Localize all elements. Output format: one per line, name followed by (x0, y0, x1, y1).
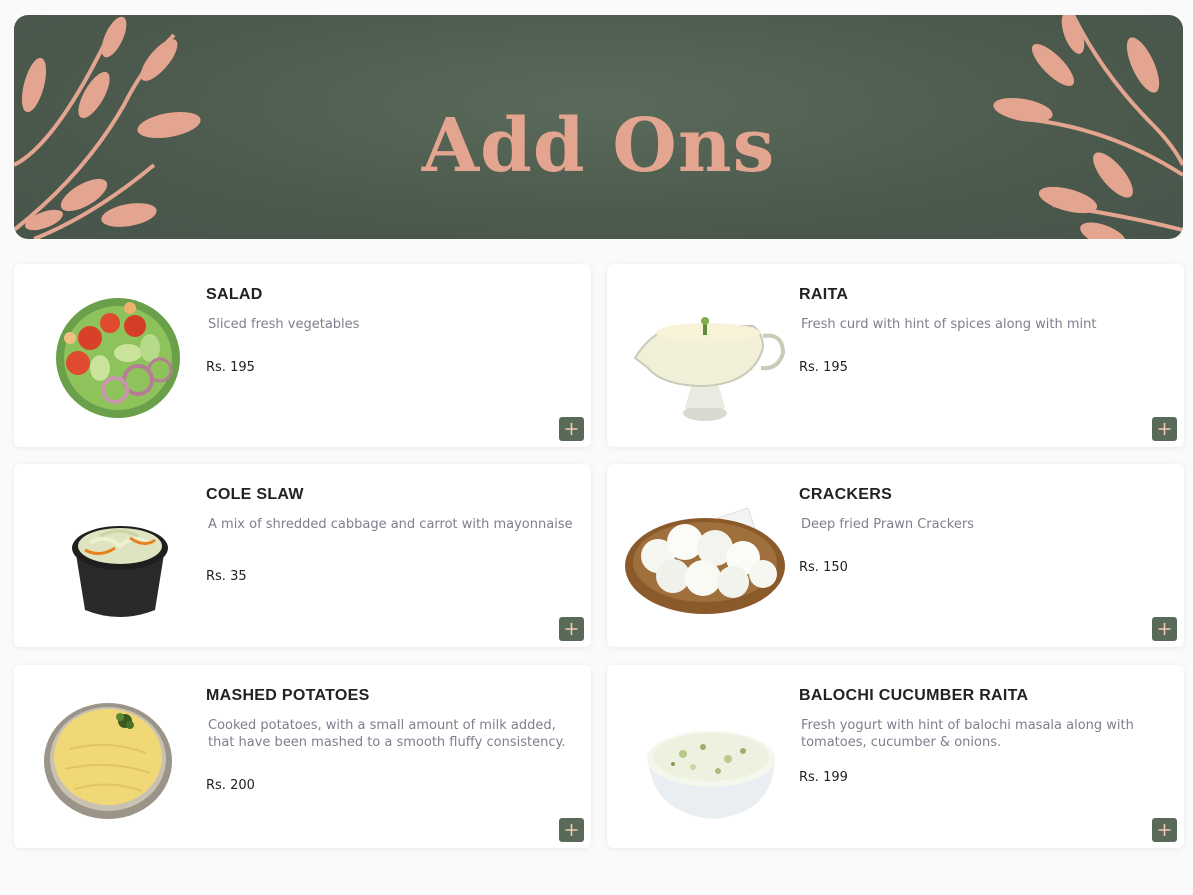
add-to-cart-button[interactable] (1152, 818, 1177, 842)
menu-item-card: CRACKERS Deep fried Prawn Crackers Rs. 1… (607, 464, 1184, 647)
add-to-cart-button[interactable] (1152, 417, 1177, 441)
menu-item-card: RAITA Fresh curd with hint of spices alo… (607, 264, 1184, 447)
add-to-cart-button[interactable] (559, 617, 584, 641)
add-to-cart-button[interactable] (559, 417, 584, 441)
item-price: Rs. 195 (206, 360, 255, 375)
item-name: COLE SLAW (206, 486, 304, 503)
plus-icon (565, 824, 578, 836)
item-price: Rs. 199 (799, 770, 848, 785)
item-price: Rs. 195 (799, 360, 848, 375)
plus-icon (1158, 623, 1171, 635)
menu-item-card: COLE SLAW A mix of shredded cabbage and … (14, 464, 591, 647)
plus-icon (565, 423, 578, 435)
item-description: Cooked potatoes, with a small amount of … (208, 718, 566, 750)
cucumber-raita-bowl-image (647, 731, 775, 819)
plus-icon (565, 623, 578, 635)
item-name: CRACKERS (799, 486, 893, 503)
item-description: A mix of shredded cabbage and carrot wit… (208, 517, 573, 532)
coleslaw-bowl-image (72, 526, 168, 617)
add-to-cart-button[interactable] (559, 818, 584, 842)
item-price: Rs. 150 (799, 560, 848, 575)
item-price: Rs. 200 (206, 778, 255, 793)
add-ons-banner: Add Ons (14, 15, 1183, 239)
prawn-crackers-basket-image (625, 507, 785, 614)
item-name: SALAD (206, 286, 263, 303)
item-description: Fresh yogurt with hint of balochi masala… (801, 718, 1134, 750)
add-to-cart-button[interactable] (1152, 617, 1177, 641)
mashed-potatoes-bowl-image (44, 703, 172, 819)
plus-icon (1158, 423, 1171, 435)
item-name: BALOCHI CUCUMBER RAITA (799, 687, 1029, 704)
item-name: MASHED POTATOES (206, 687, 370, 704)
menu-item-card: BALOCHI CUCUMBER RAITA Fresh yogurt with… (607, 665, 1184, 848)
item-price: Rs. 35 (206, 569, 247, 584)
salad-plate-image (56, 298, 180, 418)
raita-gravy-boat-image (633, 317, 786, 421)
item-description: Fresh curd with hint of spices along wit… (801, 317, 1097, 332)
item-description: Sliced fresh vegetables (208, 317, 360, 332)
item-description: Deep fried Prawn Crackers (801, 517, 974, 532)
leaf-branch-right-icon (993, 15, 1183, 239)
plus-icon (1158, 824, 1171, 836)
menu-item-card: SALAD Sliced fresh vegetables Rs. 195 (14, 264, 591, 447)
item-name: RAITA (799, 286, 849, 303)
menu-item-card: MASHED POTATOES Cooked potatoes, with a … (14, 665, 591, 848)
